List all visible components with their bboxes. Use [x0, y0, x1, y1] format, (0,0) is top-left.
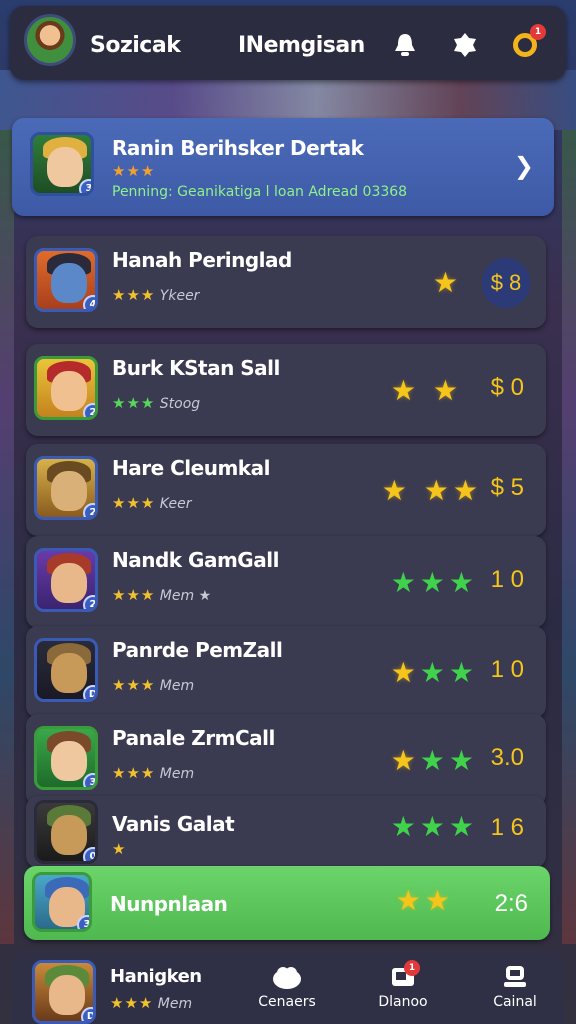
reward-stars: ★★★ [390, 744, 478, 777]
level-badge: 3 [83, 773, 95, 787]
top-bar: Sozicak INemgisan 1 [10, 6, 566, 80]
notifications-button[interactable]: 1 [510, 24, 546, 60]
hero-name: Ranin Berihsker Dertak [112, 136, 364, 160]
settings-gear-icon[interactable] [450, 30, 480, 60]
player-avatar[interactable] [24, 14, 76, 66]
reward-value: 2:6 [494, 890, 528, 917]
selected-hero-row[interactable]: 3 Nunpnlaan ★★ 2:6 [24, 866, 550, 940]
reward-stars: ★★★ [390, 656, 478, 689]
level-badge: 2 [83, 595, 95, 609]
hero-name: Burk KStan Sall [112, 356, 280, 380]
bell-icon[interactable] [390, 30, 420, 60]
cloud-icon [272, 964, 302, 990]
list-item[interactable]: 4 Hanah Peringlad ★★★ Ykeer ★ $ 8 [26, 236, 546, 328]
header-left-title: Sozicak [90, 33, 181, 58]
hero-rating: ★★★ Keer [112, 494, 192, 512]
hero-name: Nunpnlaan [110, 892, 228, 916]
list-item[interactable]: 2 Burk KStan Sall ★★★ Stoog ★ ★ $ 0 [26, 344, 546, 436]
profile-name: Hanigken [110, 966, 202, 987]
reward-value: 3.0 [490, 744, 524, 771]
nav-tab-cenaers[interactable]: Cenaers [252, 964, 322, 1010]
reward-value: $ 0 [490, 374, 524, 401]
hero-name: Hare Cleumkal [112, 456, 270, 480]
hero-subtitle: Penning: Geanikatiga l loan Adread 03368 [112, 184, 408, 200]
hero-portrait: 2 [34, 356, 98, 420]
hero-portrait: 3 [30, 132, 94, 196]
reward-value: 1 6 [490, 814, 524, 841]
profile-portrait[interactable]: D [32, 960, 96, 1024]
nav-label: Cenaers [258, 994, 316, 1010]
reward-stars: ★★★ [390, 566, 478, 599]
level-badge: D [83, 685, 95, 699]
featured-hero-row[interactable]: 3 Ranin Berihsker Dertak ★★★ Penning: Ge… [12, 118, 554, 216]
list-item[interactable]: 2 Hare Cleumkal ★★★ Keer ★ ★★ $ 5 [26, 444, 546, 536]
header-center-title: INemgisan [238, 33, 365, 58]
hero-name: Nandk GamGall [112, 548, 279, 572]
reward-stars: ★ [432, 266, 462, 299]
hero-name: Vanis Galat [112, 812, 235, 836]
background-left-art [0, 130, 14, 944]
list-item[interactable]: 0 Vanis Galat ★ ★★★ 1 6 [26, 796, 546, 868]
level-badge: 3 [79, 179, 91, 193]
reward-value: $ 5 [490, 474, 524, 501]
hero-name: Panrde PemZall [112, 638, 283, 662]
nav-badge: 1 [404, 960, 420, 976]
level-badge: D [81, 1007, 93, 1021]
hero-portrait: 4 [34, 248, 98, 312]
nav-label: Cainal [493, 994, 537, 1010]
reward-value: 1 0 [490, 566, 524, 593]
level-badge: 3 [77, 915, 89, 929]
reward-stars: ★ ★★ [381, 474, 482, 507]
reward-stars: ★★★ [390, 810, 478, 843]
hero-rating: ★★★ [112, 162, 156, 180]
hero-rating: ★★★ Mem [112, 676, 195, 694]
hero-portrait: 3 [32, 872, 92, 932]
level-badge: 4 [83, 295, 95, 309]
hero-portrait: D [34, 638, 98, 702]
hero-portrait: 3 [34, 726, 98, 790]
hero-rating: ★ [112, 840, 127, 858]
chevron-right-icon[interactable]: ❯ [514, 152, 534, 180]
notification-badge: 1 [530, 24, 546, 40]
profile-icon [500, 964, 530, 990]
reward-value: 1 0 [490, 656, 524, 683]
list-item[interactable]: 3 Panale ZrmCall ★★★ Mem ★★★ 3.0 [26, 714, 546, 806]
level-badge: 2 [83, 403, 95, 417]
list-item[interactable]: D Panrde PemZall ★★★ Mem ★★★ 1 0 [26, 626, 546, 718]
hero-portrait: 2 [34, 456, 98, 520]
hero-rating: ★★★ Stoog [112, 394, 201, 412]
level-badge: 0 [83, 847, 95, 861]
nav-tab-dlanoo[interactable]: 1 Dlanoo [370, 960, 436, 1010]
level-badge: 2 [83, 503, 95, 517]
hero-rating: ★★★ Mem [112, 764, 195, 782]
hero-name: Hanah Peringlad [112, 248, 292, 272]
hero-name: Panale ZrmCall [112, 726, 275, 750]
hero-portrait: 2 [34, 548, 98, 612]
list-item[interactable]: 2 Nandk GamGall ★★★ Mem ★ ★★★ 1 0 [26, 536, 546, 628]
nav-label: Dlanoo [378, 994, 428, 1010]
reward-stars: ★ ★ [390, 374, 462, 407]
background-right-art [562, 130, 576, 944]
bottom-nav: D Hanigken ★★★ Mem Cenaers 1 Dlanoo Cain… [12, 952, 564, 1024]
hero-rating: ★★★ Ykeer [112, 286, 200, 304]
reward-value: $ 8 [482, 258, 530, 308]
nav-tab-cainal[interactable]: Cainal [482, 964, 548, 1010]
reward-stars: ★★ [395, 884, 454, 917]
hero-rating: ★★★ Mem ★ [112, 586, 212, 604]
chat-icon: 1 [388, 960, 420, 990]
profile-rating: ★★★ Mem [110, 994, 193, 1012]
hero-portrait: 0 [34, 800, 98, 864]
